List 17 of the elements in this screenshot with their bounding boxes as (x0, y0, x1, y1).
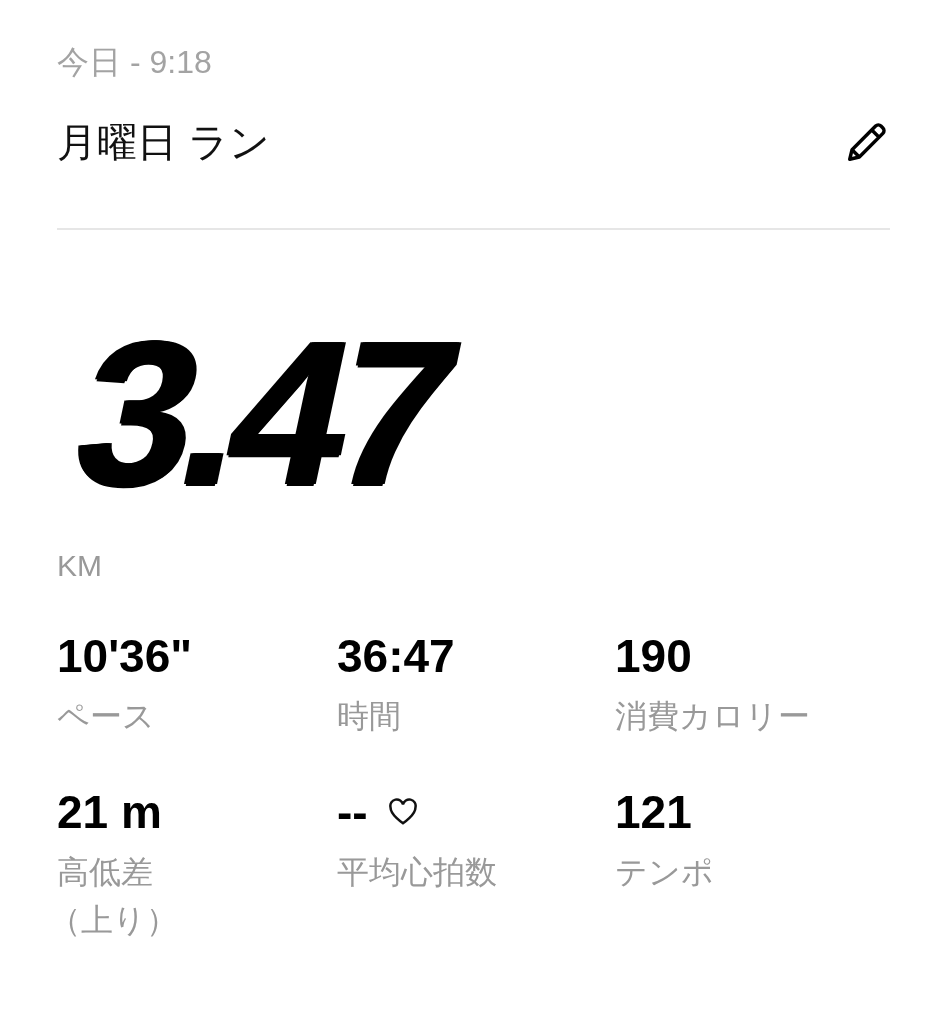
stat-value: 21 m (57, 785, 162, 840)
stat-label: 高低差 (57, 853, 154, 892)
stat-value: -- (337, 785, 368, 840)
distance-unit: KM (57, 548, 103, 584)
stat-label: 時間 (337, 697, 402, 736)
timestamp: 今日 - 9:18 (57, 43, 213, 82)
activity-title: 月曜日 ラン (57, 119, 271, 166)
stat-label: 消費カロリー (615, 697, 811, 736)
distance-value: 3.47 (57, 297, 469, 524)
stat-note: （上り） (49, 901, 179, 940)
stat-label: 平均心拍数 (337, 853, 498, 892)
stat-value: 190 (615, 629, 692, 684)
stat-value: 36:47 (337, 629, 455, 684)
stat-label: テンポ (615, 853, 715, 892)
stat-label: ペース (57, 697, 156, 736)
stat-value: 121 (615, 785, 692, 840)
stat-value: 10'36" (57, 629, 193, 684)
